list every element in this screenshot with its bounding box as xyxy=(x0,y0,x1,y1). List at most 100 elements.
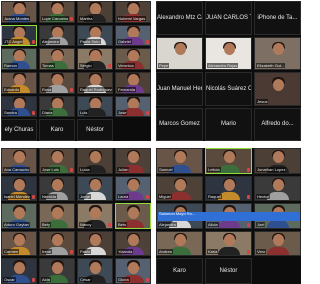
participant-tile[interactable]: Arturo Gaytan xyxy=(1,203,37,229)
participant-tile[interactable]: Rosa xyxy=(39,71,75,94)
participant-tile[interactable]: ely Churas xyxy=(1,119,37,141)
body-shape xyxy=(266,247,289,256)
participant-name: Joel xyxy=(256,221,266,227)
participant-tile[interactable]: Miguel xyxy=(156,175,203,202)
participant-tile[interactable]: Sandra xyxy=(1,95,37,118)
participant-tile[interactable]: Leticia xyxy=(205,148,252,174)
muted-mic-icon xyxy=(247,250,250,255)
participant-tile[interactable]: Jesus xyxy=(254,72,301,106)
participant-name: Alejandra xyxy=(41,39,60,45)
participant-tile[interactable]: Martha xyxy=(77,1,113,23)
participant-tile[interactable]: Lucia xyxy=(77,148,113,174)
participant-tile[interactable]: Nicolás Suárez Cont... xyxy=(205,72,252,106)
participant-name: ely Churas xyxy=(4,127,34,134)
face-shape xyxy=(223,43,235,56)
participant-tile[interactable]: Alejandra xyxy=(39,24,75,47)
participant-tile[interactable]: Alfredo do... xyxy=(254,107,301,141)
face-shape xyxy=(90,151,101,164)
participant-tile[interactable]: Alexandro Rojas xyxy=(205,36,252,70)
participant-name: Carmen xyxy=(3,249,20,255)
face-shape xyxy=(128,206,139,219)
participant-tile[interactable]: Ramon xyxy=(1,48,37,70)
participant-tile[interactable]: Lupe Carcamo xyxy=(39,1,75,23)
participant-name: Jose xyxy=(117,110,128,116)
participant-tile[interactable]: Ana Camacho xyxy=(1,148,37,174)
face-shape xyxy=(14,206,25,219)
participant-name: Jesus xyxy=(256,98,269,104)
participant-tile[interactable]: Vero xyxy=(254,230,301,257)
participant-tile[interactable]: Nancy xyxy=(77,203,113,229)
face-shape xyxy=(272,43,284,56)
participant-tile[interactable]: Raquel xyxy=(205,175,252,202)
participant-tile[interactable]: Fernanda xyxy=(115,71,151,94)
participant-tile[interactable]: Sergio xyxy=(77,48,113,70)
participant-tile[interactable]: Tomas xyxy=(39,48,75,70)
participant-name: Fernanda xyxy=(117,86,137,92)
participant-tile[interactable]: Aida xyxy=(39,258,75,284)
participant-tile[interactable]: Nereida xyxy=(39,175,75,202)
participant-tile[interactable]: JUAN CARLOS TOR... xyxy=(205,1,252,35)
participant-tile[interactable]: Elizabeth Gut... xyxy=(254,36,301,70)
participant-name: Marcos Gomez xyxy=(159,121,200,128)
participant-tile[interactable]: Marcos Gomez xyxy=(156,107,203,141)
face-shape xyxy=(272,234,284,247)
participant-tile[interactable]: iPhone de Ta... xyxy=(254,1,301,35)
face-shape xyxy=(52,151,63,164)
participant-tile[interactable]: Hector xyxy=(254,175,301,202)
participant-tile[interactable]: Luis xyxy=(77,95,113,118)
participant-name: Arturo Gaytan xyxy=(3,221,30,227)
participant-name: Alicia xyxy=(207,221,219,227)
participant-tile[interactable]: Beto xyxy=(115,203,151,229)
muted-mic-icon xyxy=(32,40,35,45)
participant-tile[interactable]: Irene xyxy=(39,230,75,257)
participant-tile[interactable]: Pablo xyxy=(77,230,113,257)
participant-name: Oscar xyxy=(3,277,16,282)
participant-tile[interactable]: Raquel Rodriguez xyxy=(77,71,113,94)
participant-tile[interactable]: Laura xyxy=(115,175,151,202)
participant-tile[interactable]: Julian xyxy=(115,148,151,174)
participant-name: Beto xyxy=(117,221,128,227)
participant-tile[interactable]: Eduardo xyxy=(1,71,37,94)
muted-mic-icon xyxy=(70,250,73,255)
participant-tile[interactable]: Diana xyxy=(39,95,75,118)
participant-tile[interactable]: JTC Angel xyxy=(1,24,37,47)
participant-tile[interactable]: Pepe xyxy=(156,36,203,70)
participant-name: Andrea xyxy=(158,249,173,255)
participant-name: Diana xyxy=(41,110,54,116)
participant-tile[interactable]: Juan Manuel Herrera xyxy=(156,72,203,106)
participant-tile[interactable]: Jonathan Lopez xyxy=(254,148,301,174)
participant-name: Jose Luis xyxy=(41,166,60,172)
participant-tile[interactable]: Néstor xyxy=(77,119,113,141)
participant-tile[interactable]: Bety xyxy=(39,203,75,229)
participant-tile[interactable]: Karo xyxy=(156,258,203,284)
participant-tile[interactable]: Oscar xyxy=(1,258,37,284)
participant-name: Paola Soto xyxy=(79,39,101,45)
participant-tile[interactable]: Samuel xyxy=(156,148,203,174)
participant-tile[interactable]: Yolanda xyxy=(115,230,151,257)
participant-name: Gloria xyxy=(117,277,130,282)
participant-tile[interactable]: Veronica xyxy=(115,48,151,70)
participant-tile[interactable]: Karla xyxy=(205,230,252,257)
participant-tile[interactable]: Andrea xyxy=(156,230,203,257)
participant-name: Bety xyxy=(41,221,52,227)
participant-tile[interactable]: Paola Soto xyxy=(77,24,113,47)
participant-tile[interactable]: Carmen xyxy=(1,230,37,257)
chat-notification[interactable]: Salomon Mayo Ro... xyxy=(158,211,299,221)
participant-tile[interactable]: Jose xyxy=(115,95,151,118)
participant-tile[interactable]: Gabriel xyxy=(115,24,151,47)
participant-tile[interactable]: Nohemi Vargas xyxy=(115,1,151,23)
face-shape xyxy=(174,43,186,56)
participant-tile[interactable]: Néstor xyxy=(205,258,252,284)
participant-name: Nicolás Suárez Cont... xyxy=(206,85,251,92)
participant-tile[interactable]: Jorge xyxy=(77,175,113,202)
participant-tile[interactable]: Isabel Mendez xyxy=(1,175,37,202)
participant-tile[interactable]: Karo xyxy=(39,119,75,141)
face-shape xyxy=(14,179,25,192)
participant-tile[interactable]: Jose Luis xyxy=(39,148,75,174)
participant-tile[interactable]: Cesar xyxy=(77,258,113,284)
face-shape xyxy=(272,151,284,164)
participant-tile[interactable]: Gloria xyxy=(115,258,151,284)
participant-tile[interactable]: Alexandro Mtz Caball... xyxy=(156,1,203,35)
participant-tile[interactable]: Juana Montes xyxy=(1,1,37,23)
participant-tile[interactable]: Mario xyxy=(205,107,252,141)
